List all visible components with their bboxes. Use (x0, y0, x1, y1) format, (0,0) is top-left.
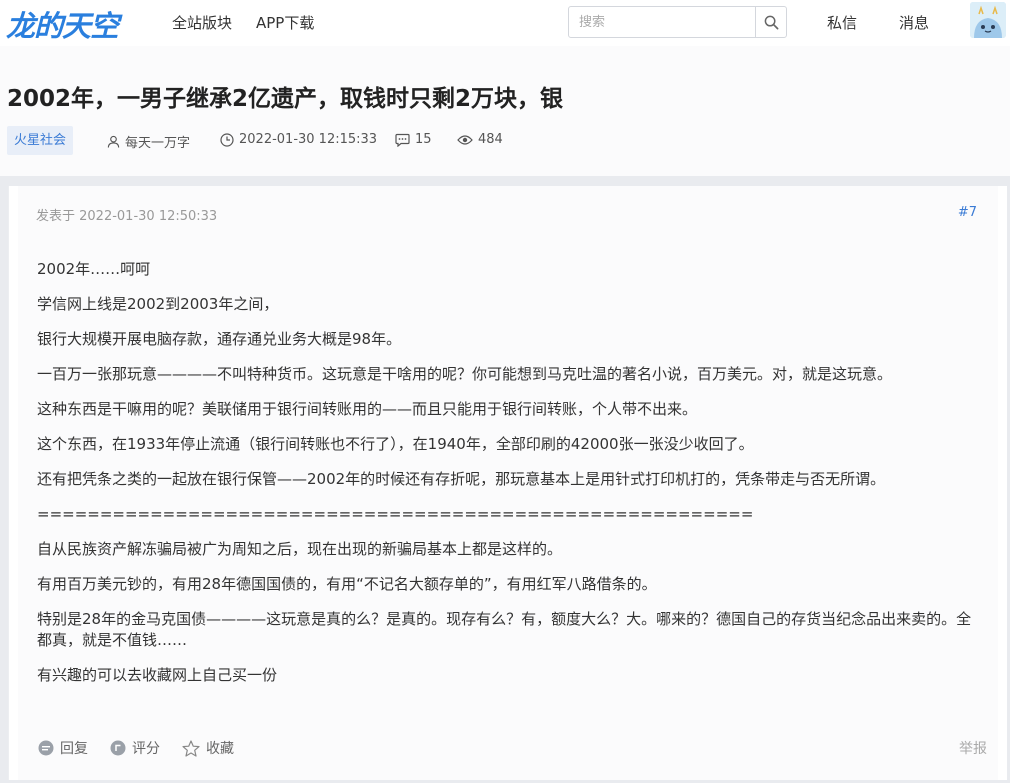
notifications-link[interactable]: 消息 (899, 12, 929, 33)
avatar-image (970, 2, 1006, 38)
post-paragraph: 学信网上线是2002到2003年之间， (37, 295, 279, 313)
author-meta[interactable]: 每天一万字 (107, 132, 190, 151)
post-paragraph: 这种东西是干嘛用的呢？美联储用于银行间转账用的——而且只能用于银行间转账，个人带… (37, 400, 698, 418)
reply-count: 15 (415, 132, 432, 147)
view-count: 484 (478, 132, 503, 147)
post-paragraph: 2002年……呵呵 (37, 260, 151, 278)
post-paragraph: 有用百万美元钞的，有用28年德国国债的，有用“不记名大额存单的”，有用红军八路借… (37, 575, 657, 593)
search-icon (764, 15, 778, 29)
reply-label: 回复 (60, 741, 88, 757)
thread-header: 2002年，一男子继承2亿遗产，取钱时只剩2万块，银 火星社会 每天一万字 20… (0, 46, 1010, 176)
thread-meta: 火星社会 每天一万字 2022-01-30 12:15:33 15 484 (7, 126, 1007, 155)
rate-button[interactable]: 评分 (110, 738, 160, 758)
clock-icon (220, 132, 234, 147)
report-link[interactable]: 举报 (959, 738, 987, 758)
star-icon (182, 739, 200, 757)
post-card: 发表于 2022-01-30 12:50:33 #7 2002年……呵呵 学信网… (8, 186, 1007, 780)
post-paragraph: 自从民族资产解冻骗局被广为周知之后，现在出现的新骗局基本上都是这样的。 (37, 540, 563, 558)
board-tag[interactable]: 火星社会 (7, 126, 74, 155)
site-logo[interactable]: 龙的天空 (6, 3, 119, 45)
eye-icon (457, 134, 473, 145)
post-body: 2002年……呵呵 学信网上线是2002到2003年之间， 银行大规模开展电脑存… (37, 259, 982, 700)
author-name: 每天一万字 (125, 136, 191, 151)
floor-number-link[interactable]: #7 (958, 205, 977, 220)
post-actions: 回复 评分 收藏 (38, 738, 978, 760)
nav-all-boards[interactable]: 全站版块 (172, 12, 232, 33)
post-paragraph: 这个东西，在1933年停止流通（银行间转账也不行了），在1940年，全部印刷的4… (37, 435, 754, 453)
favorite-label: 收藏 (206, 741, 234, 757)
divider-line-text: ========================================… (37, 505, 754, 523)
comment-icon (395, 133, 410, 147)
post-paragraph: 银行大规模开展电脑存款，通存通兑业务大概是98年。 (37, 330, 402, 348)
avatar[interactable] (970, 2, 1006, 38)
rate-label: 评分 (132, 741, 160, 757)
nav-app-download[interactable]: APP下载 (256, 12, 314, 33)
reply-button[interactable]: 回复 (38, 738, 88, 758)
post-paragraph: 还有把凭条之类的一起放在银行保管——2002年的时候还有存折呢，那玩意基本上是用… (37, 470, 886, 488)
rate-icon (110, 740, 126, 756)
time-meta: 2022-01-30 12:15:33 (220, 132, 377, 147)
reply-icon (38, 740, 54, 756)
search-input[interactable] (569, 7, 755, 37)
top-navbar: 龙的天空 全站版块 APP下载 私信 消息 (0, 0, 1010, 46)
post-paragraph: 有兴趣的可以去收藏网上自己买一份 (37, 666, 278, 684)
favorite-button[interactable]: 收藏 (182, 738, 234, 758)
page-title: 2002年，一男子继承2亿遗产，取钱时只剩2万块，银 (7, 86, 564, 112)
post-paragraph: 特别是28年的金马克国债————这玩意是真的么？是真的。现存有么？有，额度大么？… (37, 610, 972, 649)
post-content: 发表于 2022-01-30 12:50:33 #7 2002年……呵呵 学信网… (18, 186, 998, 780)
view-count-meta: 484 (457, 132, 503, 147)
reply-count-meta: 15 (395, 132, 432, 147)
thread-timestamp: 2022-01-30 12:15:33 (239, 132, 378, 147)
private-messages-link[interactable]: 私信 (827, 12, 857, 33)
post-date: 发表于 2022-01-30 12:50:33 (36, 209, 218, 224)
post-paragraph: 一百万一张那玩意————不叫特种货币。这玩意是干啥用的呢？你可能想到马克吐温的著… (37, 365, 893, 383)
search-button[interactable] (755, 7, 786, 37)
search-box (568, 6, 787, 38)
user-icon (107, 135, 120, 148)
